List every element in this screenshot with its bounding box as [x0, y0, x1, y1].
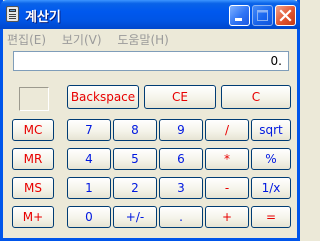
digit-1-button[interactable]: 1: [67, 177, 111, 199]
maximize-button[interactable]: [252, 5, 273, 26]
digit-3-button[interactable]: 3: [159, 177, 203, 199]
display-field[interactable]: 0.: [13, 51, 289, 71]
maximize-icon: [257, 10, 268, 21]
minimize-icon: [235, 18, 242, 21]
memory-recall-button[interactable]: MR: [12, 148, 54, 170]
memory-indicator: [19, 87, 49, 111]
memory-add-button[interactable]: M+: [12, 206, 54, 228]
digit-4-button[interactable]: 4: [67, 148, 111, 170]
memory-store-button[interactable]: MS: [12, 177, 54, 199]
divide-button[interactable]: /: [205, 119, 249, 141]
digit-2-button[interactable]: 2: [113, 177, 157, 199]
menu-help[interactable]: 도움말(H): [117, 31, 169, 48]
sqrt-button[interactable]: sqrt: [251, 119, 291, 141]
digit-9-button[interactable]: 9: [159, 119, 203, 141]
title-bar[interactable]: 계산기: [0, 0, 300, 29]
close-icon: [279, 9, 292, 22]
percent-button[interactable]: %: [251, 148, 291, 170]
calculator-window: 계산기 편집(E) 보기(V) 도움말(H) 0. Backspace CE C…: [0, 0, 300, 241]
digit-7-button[interactable]: 7: [67, 119, 111, 141]
digit-6-button[interactable]: 6: [159, 148, 203, 170]
clear-button[interactable]: C: [221, 85, 291, 109]
clear-entry-button[interactable]: CE: [144, 85, 216, 109]
add-button[interactable]: +: [205, 206, 249, 228]
minimize-button[interactable]: [229, 5, 250, 26]
backspace-button[interactable]: Backspace: [67, 85, 139, 109]
sign-toggle-button[interactable]: +/-: [113, 206, 157, 228]
reciprocal-button[interactable]: 1/x: [251, 177, 291, 199]
memory-clear-button[interactable]: MC: [12, 119, 54, 141]
multiply-button[interactable]: *: [205, 148, 249, 170]
menu-bar: 편집(E) 보기(V) 도움말(H): [7, 31, 181, 48]
calculator-app-icon[interactable]: [6, 6, 19, 22]
menu-edit[interactable]: 편집(E): [7, 31, 46, 48]
digit-5-button[interactable]: 5: [113, 148, 157, 170]
subtract-button[interactable]: -: [205, 177, 249, 199]
digit-8-button[interactable]: 8: [113, 119, 157, 141]
equals-button[interactable]: =: [251, 206, 291, 228]
menu-view[interactable]: 보기(V): [62, 31, 102, 48]
window-title: 계산기: [25, 10, 61, 25]
close-button[interactable]: [275, 5, 296, 26]
decimal-point-button[interactable]: .: [159, 206, 203, 228]
digit-0-button[interactable]: 0: [67, 206, 111, 228]
